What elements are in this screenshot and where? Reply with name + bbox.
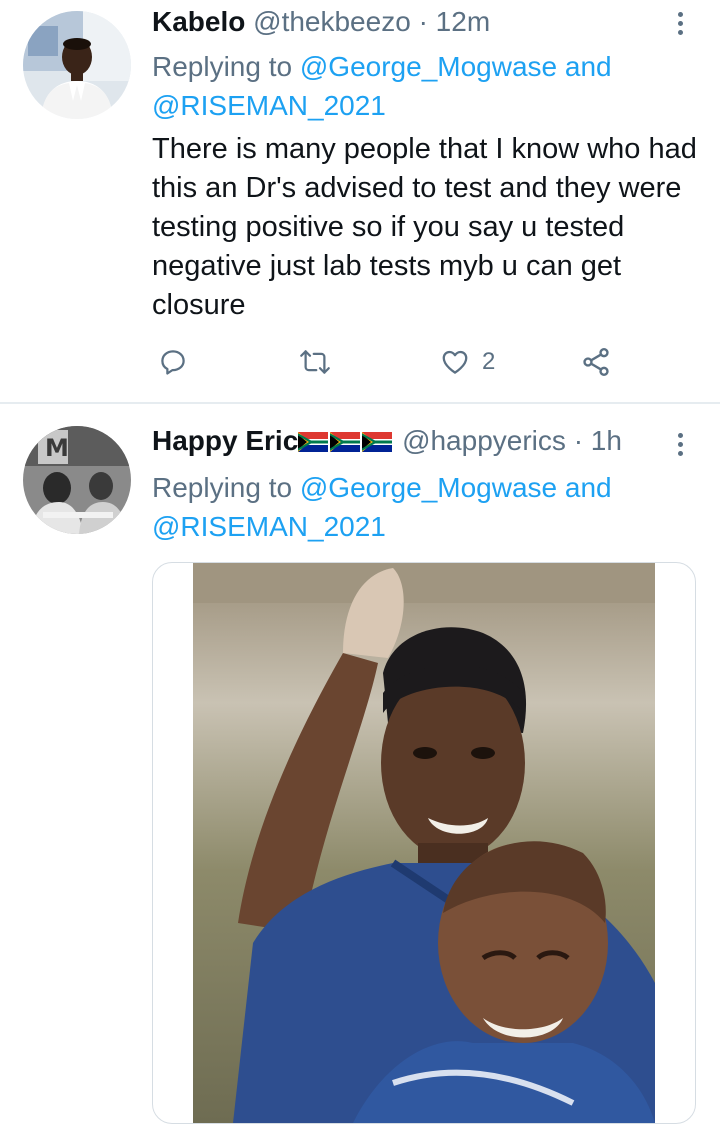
mention-link[interactable]: @RISEMAN_2021 — [152, 511, 386, 542]
tweet-media[interactable] — [152, 562, 696, 1124]
user-handle[interactable]: @happyerics — [402, 425, 566, 456]
replying-to: Replying to @George_Mogwase and @RISEMAN… — [152, 468, 692, 546]
flag-south-africa-icon — [362, 432, 392, 452]
timestamp[interactable]: 1h — [591, 425, 622, 456]
tweet[interactable]: M Happy Eric @happyerics · 1h Replying t… — [0, 0, 720, 1124]
svg-text:M: M — [45, 434, 69, 462]
separator: · — [573, 425, 584, 456]
more-vertical-icon[interactable] — [678, 433, 684, 459]
avatar[interactable]: M — [23, 426, 131, 534]
flag-south-africa-icon — [330, 432, 360, 452]
mention-link[interactable]: @George_Mogwase — [300, 472, 557, 503]
flag-south-africa-icon — [298, 432, 328, 452]
and-text: and — [564, 472, 612, 503]
tweet-header: Happy Eric @happyerics · 1h — [152, 424, 622, 458]
display-name[interactable]: Happy Eric — [152, 425, 298, 456]
replying-prefix: Replying to — [152, 472, 293, 503]
media-photo — [193, 563, 655, 1123]
